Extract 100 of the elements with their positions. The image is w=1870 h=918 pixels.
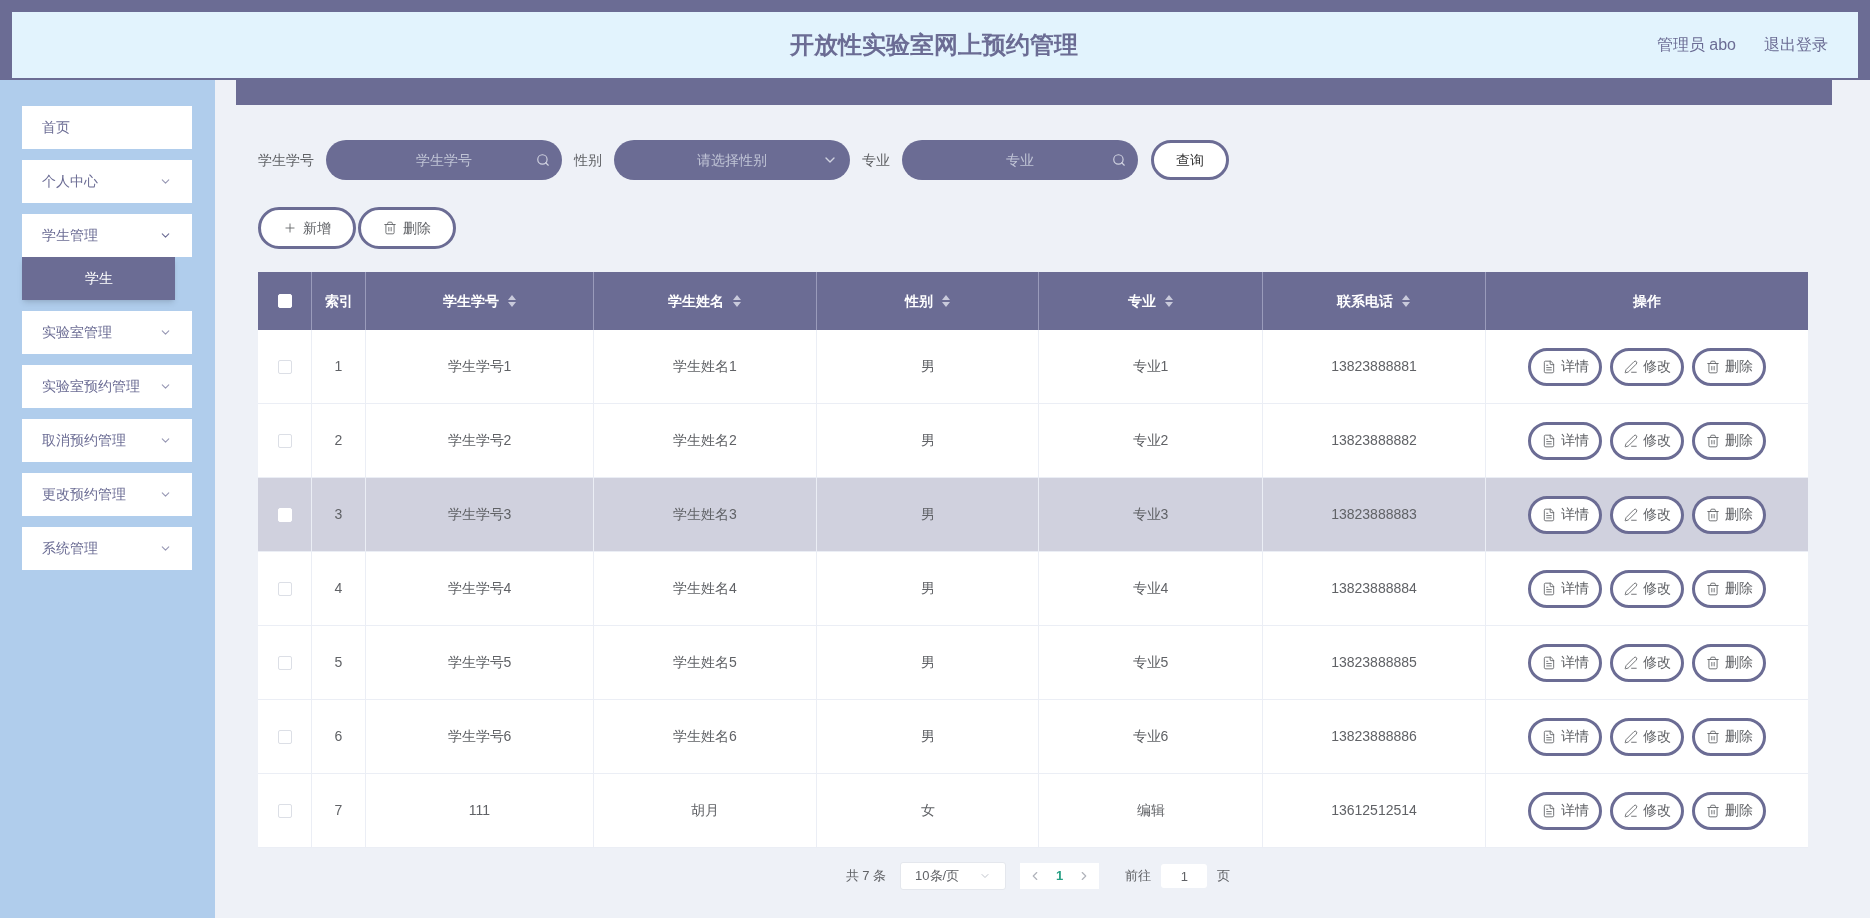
table-cell-text: 专业2 [1132, 431, 1169, 450]
document-icon [1541, 359, 1556, 374]
trash-icon [1705, 581, 1720, 596]
app-title: 开放性实验室网上预约管理 [790, 30, 1079, 60]
trash-icon [1705, 803, 1720, 818]
delete-button[interactable]: 删除 [1692, 717, 1766, 756]
table-cell-text: 男 [920, 357, 935, 376]
delete-button[interactable]: 删除 [1692, 643, 1766, 682]
sidebar-item[interactable]: 首页 [22, 106, 192, 149]
table-cell-text: 学生学号3 [447, 505, 512, 524]
table-cell-text: 学生学号1 [447, 357, 512, 376]
table-cell-text: 专业4 [1132, 579, 1169, 598]
submenu-item[interactable]: 学生 [22, 257, 175, 300]
detail-button[interactable]: 详情 [1528, 791, 1602, 830]
table-cell-text: 专业5 [1132, 653, 1169, 672]
detail-button[interactable]: 详情 [1528, 347, 1602, 386]
table-cell-text: 编辑 [1136, 801, 1165, 820]
edit-button[interactable]: 修改 [1610, 569, 1684, 608]
trash-icon [1705, 729, 1720, 744]
sort-icon[interactable] [506, 294, 517, 308]
edit-button[interactable]: 修改 [1610, 643, 1684, 682]
sidebar-item[interactable]: 系统管理 [22, 527, 192, 570]
row-checkbox[interactable] [277, 359, 292, 374]
row-checkbox[interactable] [277, 729, 292, 744]
row-checkbox[interactable] [277, 655, 292, 670]
edit-button[interactable]: 修改 [1610, 791, 1684, 830]
trash-icon [1705, 655, 1720, 670]
table-cell-text: 1 [334, 357, 343, 376]
sidebar-item[interactable]: 更改预约管理 [22, 473, 192, 516]
document-icon [1541, 655, 1556, 670]
sidebar-item[interactable]: 实验室管理 [22, 311, 192, 354]
page-input[interactable]: 1 [1161, 864, 1208, 888]
sidebar-item[interactable]: 个人中心 [22, 160, 192, 203]
field-label: 学生学号 [258, 150, 314, 170]
search-field[interactable]: 学生学号 [326, 140, 562, 180]
logout-link[interactable]: 退出登录 [1764, 33, 1828, 57]
sort-icon[interactable] [1163, 294, 1174, 308]
gender-select[interactable]: 请选择性别 [614, 140, 850, 180]
goto-label: 前往 [1125, 867, 1152, 886]
search-field[interactable]: 专业 [902, 140, 1138, 180]
delete-button[interactable]: 删除 [358, 207, 456, 249]
search-icon [536, 153, 550, 167]
sidebar-item[interactable]: 学生管理 [22, 214, 192, 257]
delete-button[interactable]: 删除 [1692, 569, 1766, 608]
table-cell-text: 男 [920, 653, 935, 672]
pen-icon [1623, 729, 1638, 744]
table-cell-text: 3 [334, 505, 343, 524]
detail-button[interactable]: 详情 [1528, 717, 1602, 756]
table-cell-text: 胡月 [691, 801, 719, 820]
column-header: 操作 [1632, 291, 1662, 311]
table-cell-text: 5 [334, 653, 343, 672]
table-cell-text: 学生姓名1 [673, 357, 737, 376]
table-cell-text: 学生姓名6 [673, 727, 737, 746]
detail-button[interactable]: 详情 [1528, 495, 1602, 534]
pen-icon [1623, 581, 1638, 596]
table-cell-text: 13823888886 [1331, 727, 1417, 746]
page-suffix: 页 [1217, 867, 1231, 886]
table-cell-text: 学生姓名4 [673, 579, 737, 598]
table-cell-text: 13612512514 [1331, 801, 1417, 820]
delete-button[interactable]: 删除 [1692, 495, 1766, 534]
table-cell-text: 13823888882 [1331, 431, 1417, 450]
search-icon [1112, 153, 1126, 167]
table-cell-text: 学生学号2 [447, 431, 512, 450]
sort-icon[interactable] [940, 294, 951, 308]
edit-button[interactable]: 修改 [1610, 347, 1684, 386]
detail-button[interactable]: 详情 [1528, 421, 1602, 460]
query-button[interactable]: 查询 [1151, 140, 1229, 180]
edit-button[interactable]: 修改 [1610, 495, 1684, 534]
row-checkbox[interactable] [277, 581, 292, 596]
plus-icon [283, 221, 297, 235]
row-checkbox[interactable] [277, 433, 292, 448]
table-cell-text: 男 [920, 579, 935, 598]
add-button[interactable]: 新增 [258, 207, 356, 249]
sidebar-item[interactable]: 实验室预约管理 [22, 365, 192, 408]
table-cell-text: 男 [920, 431, 935, 450]
table-cell-text: 学生姓名5 [673, 653, 737, 672]
table-cell-text: 学生学号6 [447, 727, 512, 746]
sort-icon[interactable] [732, 294, 742, 308]
edit-button[interactable]: 修改 [1610, 717, 1684, 756]
pen-icon [1623, 655, 1638, 670]
pen-icon [1623, 359, 1638, 374]
table-cell-text: 学生学号4 [447, 579, 512, 598]
table-cell-text: 13823888881 [1331, 357, 1417, 376]
delete-button[interactable]: 删除 [1692, 791, 1766, 830]
delete-button[interactable]: 删除 [1692, 421, 1766, 460]
sidebar-item[interactable]: 取消预约管理 [22, 419, 192, 462]
page-size-select[interactable]: 10条/页 [900, 862, 1007, 890]
table-cell-text: 专业6 [1132, 727, 1169, 746]
table-cell-text: 2 [334, 431, 343, 450]
detail-button[interactable]: 详情 [1528, 569, 1602, 608]
trash-icon [1705, 433, 1720, 448]
table-cell-text: 男 [920, 727, 935, 746]
table-cell-text: 111 [468, 801, 491, 820]
row-checkbox[interactable] [277, 803, 292, 818]
sort-icon[interactable] [1401, 294, 1411, 308]
table-cell-text: 7 [334, 801, 343, 820]
edit-button[interactable]: 修改 [1610, 421, 1684, 460]
delete-button[interactable]: 删除 [1692, 347, 1766, 386]
table-cell-text: 专业3 [1132, 505, 1169, 524]
detail-button[interactable]: 详情 [1528, 643, 1602, 682]
